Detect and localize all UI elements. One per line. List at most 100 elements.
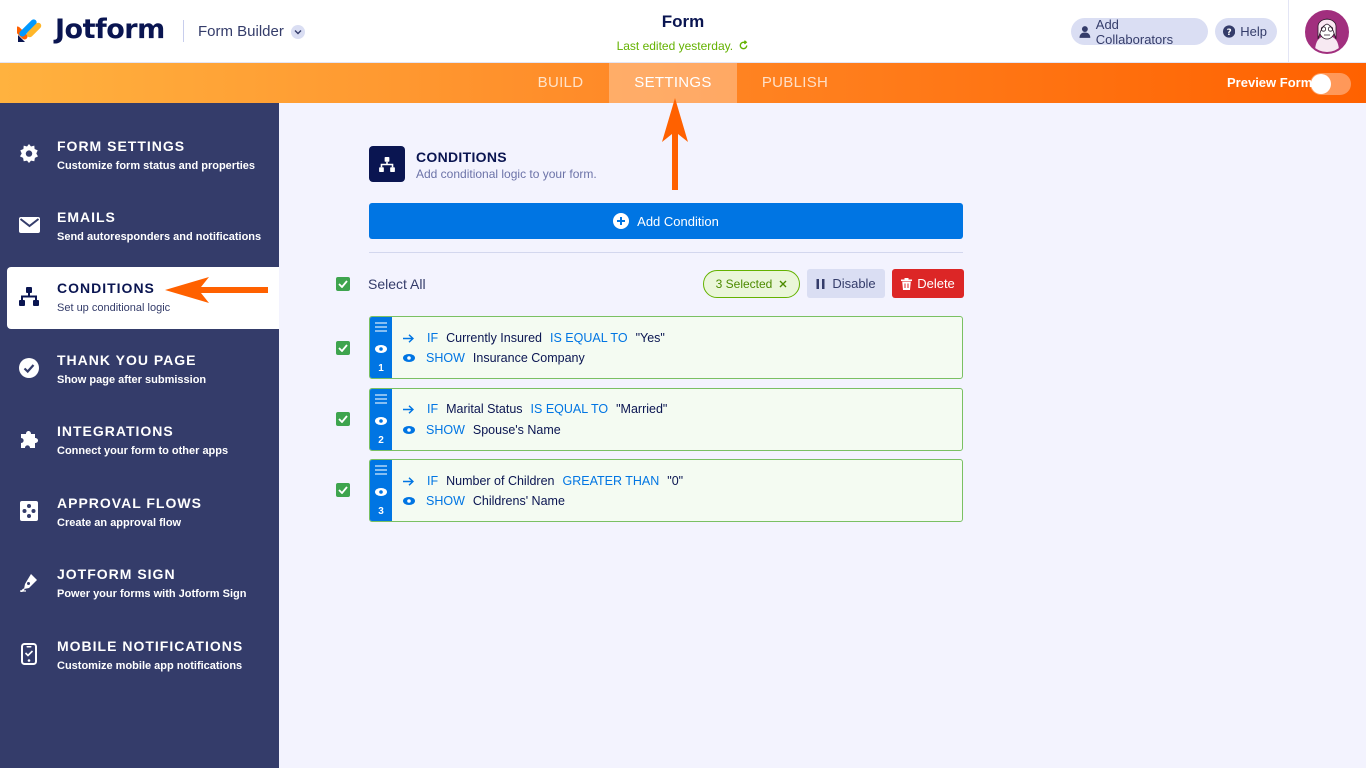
checkmark-icon [338,486,348,494]
condition-operator: IS EQUAL TO [530,402,609,416]
sidebar-item-title: JOTFORM SIGN [57,566,176,582]
sidebar-item-form-settings[interactable]: FORM SETTINGS Customize form status and … [0,125,279,187]
condition-action-line: SHOW Spouse's Name [403,423,561,437]
condition-card[interactable]: 2 IF Marital Status IS EQUAL TO "Married… [369,388,963,451]
select-all-checkbox[interactable] [336,277,350,291]
checkmark-icon [338,344,348,352]
sidebar-item-thank-you-page[interactable]: THANK YOU PAGE Show page after submissio… [0,339,279,401]
eye-icon [375,345,387,353]
condition-value: "Married" [616,402,668,416]
condition-operator: IS EQUAL TO [549,331,628,345]
drag-lines-icon [375,394,387,404]
if-keyword: IF [427,331,439,345]
condition-value: "Yes" [635,331,665,345]
pause-icon [816,278,825,289]
add-collaborators-button[interactable]: Add Collaborators [1071,17,1208,47]
condition-checkbox-3[interactable] [336,483,350,497]
help-button[interactable]: ? Help [1215,18,1277,45]
conditions-header-icon [369,146,405,182]
condition-if-line: IF Currently Insured IS EQUAL TO "Yes" [403,331,665,345]
condition-field: Currently Insured [446,331,542,345]
sidebar-item-approval-flows[interactable]: APPROVAL FLOWS Create an approval flow [0,482,279,544]
condition-action-line: SHOW Childrens' Name [403,494,565,508]
refresh-icon [740,40,748,50]
sidebar-item-subtitle: Set up conditional logic [57,302,171,314]
sidebar-item-subtitle: Customize mobile app notifications [57,660,243,672]
sidebar-item-title: EMAILS [57,209,116,225]
page-subtitle: Add conditional logic to your form. [416,167,597,181]
sidebar-item-subtitle: Send autoresponders and notifications [57,231,262,243]
eye-icon [403,497,415,505]
show-keyword: SHOW [426,423,465,437]
condition-target: Spouse's Name [472,423,561,437]
arrow-left-annotation-icon [165,277,268,303]
avatar-portrait-icon [1307,12,1347,52]
disable-button[interactable]: Disable [807,269,885,298]
eye-icon [403,426,415,434]
condition-target: Insurance Company [472,351,585,365]
sidebar-item-subtitle: Show page after submission [57,374,207,386]
selected-count-badge[interactable]: 3 Selected [703,270,800,298]
hierarchy-icon [18,285,40,307]
phone-icon [18,643,40,665]
hierarchy-icon [379,156,395,172]
condition-field: Marital Status [446,402,523,416]
sidebar-item-subtitle: Create an approval flow [57,517,182,529]
help-label: Help [1240,24,1267,39]
condition-drag-handle[interactable]: 2 [370,389,392,450]
sidebar-item-subtitle: Connect your form to other apps [57,445,229,457]
eye-icon [403,354,415,362]
checkmark-icon [338,280,348,288]
if-keyword: IF [427,402,439,416]
condition-checkbox-1[interactable] [336,341,350,355]
check-circle-icon [18,357,40,379]
condition-number: 1 [378,363,384,374]
condition-if-line: IF Marital Status IS EQUAL TO "Married" [403,402,667,416]
sidebar-item-mobile-notifications[interactable]: MOBILE NOTIFICATIONS Customize mobile ap… [0,625,279,687]
disable-label: Disable [832,276,876,291]
show-keyword: SHOW [426,494,465,508]
checkmark-icon [338,415,348,423]
condition-card[interactable]: 1 IF Currently Insured IS EQUAL TO "Yes"… [369,316,963,379]
sidebar-item-subtitle: Customize form status and properties [57,160,256,172]
delete-label: Delete [917,276,955,291]
condition-operator: GREATER THAN [562,474,660,488]
condition-card[interactable]: 3 IF Number of Children GREATER THAN "0"… [369,459,963,522]
sidebar-item-integrations[interactable]: INTEGRATIONS Connect your form to other … [0,410,279,472]
sidebar-item-title: CONDITIONS [57,280,155,296]
section-divider [369,252,963,253]
condition-checkbox-2[interactable] [336,412,350,426]
puzzle-icon [18,428,40,450]
add-condition-button[interactable]: Add Condition [369,203,963,239]
sidebar-item-title: MOBILE NOTIFICATIONS [57,638,244,654]
plus-circle-icon [613,213,630,229]
condition-field: Number of Children [446,474,555,488]
sidebar-item-title: THANK YOU PAGE [57,352,197,368]
arrow-right-icon [403,476,414,486]
eye-icon [375,488,387,496]
select-all-label[interactable]: Select All [368,276,426,292]
tab-publish[interactable]: PUBLISH [737,63,853,103]
if-keyword: IF [427,474,439,488]
condition-number: 2 [378,435,384,446]
preview-form-toggle[interactable] [1310,73,1351,95]
avatar[interactable] [1305,10,1349,54]
envelope-icon [18,214,40,236]
user-icon [1079,26,1091,38]
sidebar-item-emails[interactable]: EMAILS Send autoresponders and notificat… [0,196,279,258]
sidebar-item-title: INTEGRATIONS [57,423,174,439]
delete-button[interactable]: Delete [892,269,964,298]
arrow-up-annotation-icon [662,98,688,190]
condition-value: "0" [667,474,684,488]
gear-icon [18,143,40,165]
condition-drag-handle[interactable]: 1 [370,317,392,378]
close-icon[interactable] [779,280,787,288]
tab-build[interactable]: BUILD [512,63,609,103]
condition-drag-handle[interactable]: 3 [370,460,392,521]
condition-target: Childrens' Name [472,494,565,508]
last-edited-text: Last edited yesterday. [616,39,734,53]
svg-text:?: ? [1227,28,1232,38]
sidebar-item-jotform-sign[interactable]: JOTFORM SIGN Power your forms with Jotfo… [0,553,279,615]
condition-if-line: IF Number of Children GREATER THAN "0" [403,474,683,488]
arrow-right-icon [403,333,414,343]
